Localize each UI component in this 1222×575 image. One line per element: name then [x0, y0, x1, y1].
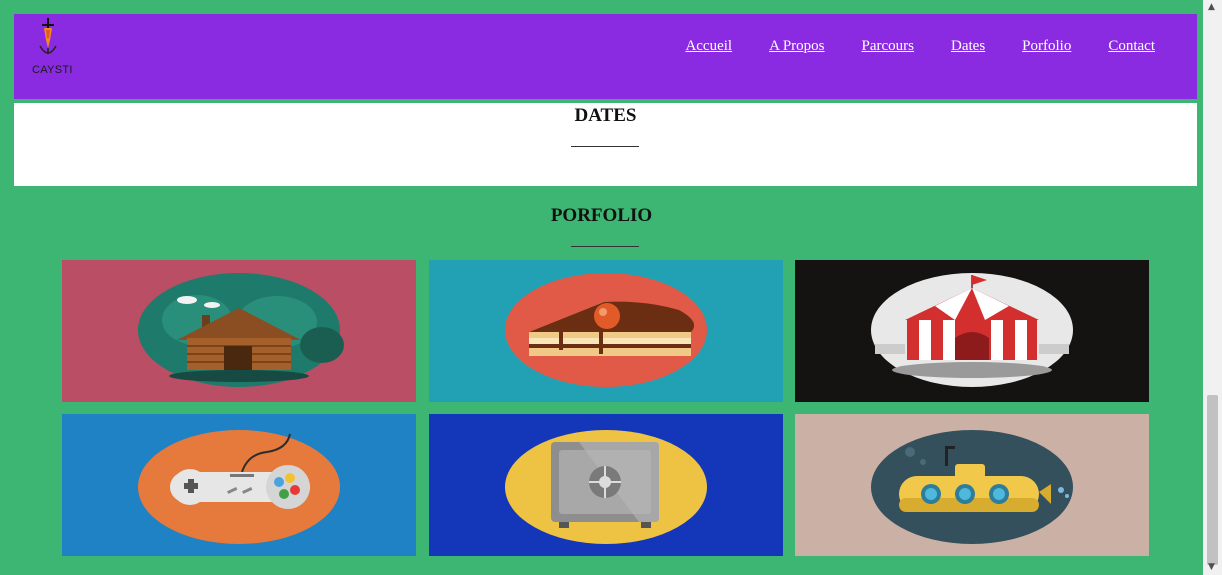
portfolio-title: PORFOLIO	[550, 205, 653, 226]
game-controller-icon	[138, 430, 340, 544]
scrollbar-thumb[interactable]	[1207, 395, 1218, 565]
caysti-logo-icon	[39, 18, 57, 54]
submarine-icon	[871, 430, 1073, 544]
dates-title: DATES	[574, 105, 637, 126]
portfolio-title-underline	[571, 246, 639, 247]
portfolio-item-submarine[interactable]	[795, 414, 1149, 556]
logo-text: CAYSTI	[32, 64, 73, 76]
nav-links: Accueil A Propos Parcours Dates Porfolio…	[685, 38, 1155, 55]
portfolio-item-cake[interactable]	[429, 260, 783, 402]
dates-title-underline	[571, 146, 639, 147]
navbar: CAYSTI Accueil A Propos Parcours Dates P…	[14, 14, 1197, 99]
nav-link-parcours[interactable]: Parcours	[862, 38, 915, 55]
portfolio-item-safe[interactable]	[429, 414, 783, 556]
page: CAYSTI Accueil A Propos Parcours Dates P…	[0, 0, 1203, 575]
vertical-scrollbar[interactable]: ▲ ▼	[1203, 0, 1222, 575]
nav-link-porfolio[interactable]: Porfolio	[1022, 38, 1071, 55]
nav-link-dates[interactable]: Dates	[951, 38, 985, 55]
scroll-down-arrow-icon[interactable]: ▼	[1208, 562, 1215, 572]
circus-tent-icon	[871, 273, 1073, 387]
safe-icon	[505, 430, 707, 544]
portfolio-item-circus[interactable]	[795, 260, 1149, 402]
nav-link-a-propos[interactable]: A Propos	[769, 38, 824, 55]
cake-slice-icon	[505, 273, 707, 387]
portfolio-item-controller[interactable]	[62, 414, 416, 556]
nav-link-contact[interactable]: Contact	[1108, 38, 1155, 55]
log-cabin-icon	[138, 273, 344, 387]
portfolio-item-cabin[interactable]	[62, 260, 416, 402]
scroll-up-arrow-icon[interactable]: ▲	[1208, 2, 1215, 12]
nav-link-accueil[interactable]: Accueil	[685, 38, 732, 55]
dates-section: DATES	[14, 103, 1197, 186]
